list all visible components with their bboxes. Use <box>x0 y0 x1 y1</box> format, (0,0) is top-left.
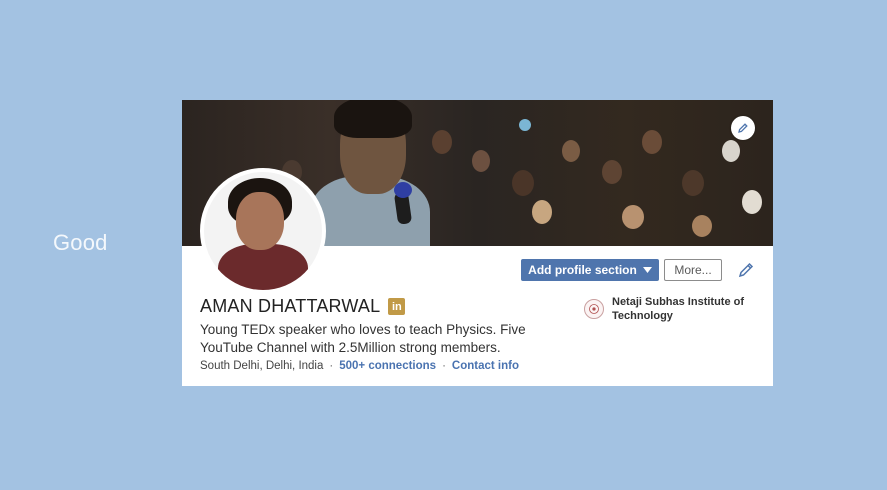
profile-meta: South Delhi, Delhi, India · 500+ connect… <box>200 360 519 372</box>
school-name: Netaji Subhas Institute of Technology <box>612 296 745 322</box>
audience-member <box>512 170 534 196</box>
name-row: AMAN DHATTARWAL in <box>200 296 406 317</box>
profile-headline: Young TEDx speaker who loves to teach Ph… <box>200 322 526 355</box>
audience-member <box>642 130 662 154</box>
slide-label: Good <box>53 230 108 255</box>
audience-member <box>562 140 580 162</box>
avatar-face <box>236 192 284 250</box>
more-button[interactable]: More... <box>664 259 722 281</box>
connections-link[interactable]: 500+ connections <box>339 360 436 372</box>
microphone-head <box>394 182 412 198</box>
pencil-icon <box>738 123 748 133</box>
profile-name: AMAN DHATTARWAL <box>200 296 381 316</box>
caret-down-icon <box>642 267 652 273</box>
separator: · <box>329 360 334 372</box>
audience-member <box>622 205 644 229</box>
audience-member <box>532 200 552 224</box>
audience-member <box>692 215 712 237</box>
avatar[interactable] <box>200 168 326 294</box>
edit-profile-button[interactable] <box>737 261 755 279</box>
pencil-icon <box>738 262 754 278</box>
audience-member <box>432 130 452 154</box>
add-profile-section-button[interactable]: Add profile section <box>521 259 659 281</box>
avatar-shirt <box>218 244 308 290</box>
school-logo-icon <box>584 299 604 319</box>
edit-banner-button[interactable] <box>731 116 755 140</box>
audience-member <box>742 190 762 214</box>
audience-member <box>682 170 704 196</box>
location: South Delhi, Delhi, India <box>200 360 324 372</box>
add-profile-section-label: Add profile section <box>528 263 637 277</box>
separator: · <box>442 360 446 372</box>
audience-member <box>722 140 740 162</box>
avatar-photo <box>204 172 322 290</box>
contact-info-link[interactable]: Contact info <box>452 360 519 372</box>
linkedin-badge-icon: in <box>388 298 406 315</box>
profile-card: Add profile section More... AMAN DHATTAR… <box>182 100 773 386</box>
audience-member <box>472 150 490 172</box>
speaker-hair <box>334 100 412 138</box>
education-entry[interactable]: Netaji Subhas Institute of Technology <box>584 295 764 323</box>
audience-member <box>602 160 622 184</box>
cursor-dot <box>519 119 531 131</box>
